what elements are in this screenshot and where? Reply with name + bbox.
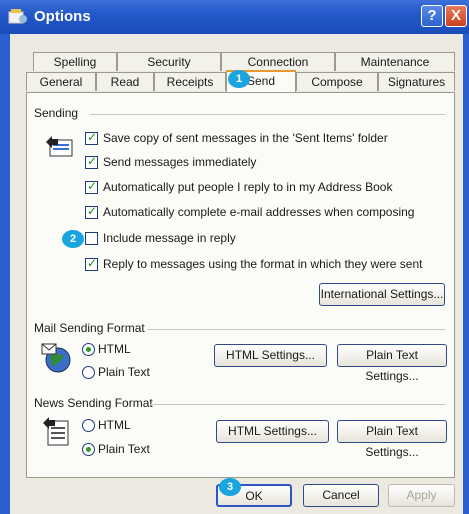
save-copy-label: Save copy of sent messages in the 'Sent … <box>103 131 388 145</box>
include-message-checkbox[interactable] <box>85 232 98 245</box>
window-title: Options <box>34 8 91 25</box>
news-plain-label: Plain Text <box>98 442 150 456</box>
mail-html-radio[interactable] <box>82 343 95 356</box>
auto-complete-checkbox[interactable] <box>85 204 98 219</box>
international-settings-button[interactable]: International Settings... <box>319 283 445 306</box>
auto-complete-label: Automatically complete e-mail addresses … <box>103 205 415 219</box>
window-frame-left <box>0 34 10 514</box>
news-plain-radio[interactable] <box>82 443 95 456</box>
auto-address-book-checkbox[interactable] <box>85 179 98 194</box>
mail-format-group-label: Mail Sending Format <box>34 321 145 335</box>
outbox-tray-icon <box>46 136 73 157</box>
send-immediately-checkbox[interactable] <box>85 154 98 169</box>
news-html-label: HTML <box>98 418 131 432</box>
save-copy-checkbox[interactable] <box>85 130 98 145</box>
news-format-divider <box>150 404 445 405</box>
cancel-button[interactable]: Cancel <box>303 484 379 507</box>
tab-signatures[interactable]: Signatures <box>378 72 455 91</box>
sending-group-label: Sending <box>34 106 79 120</box>
news-html-radio[interactable] <box>82 419 95 432</box>
tab-receipts[interactable]: Receipts <box>154 72 226 91</box>
tab-general[interactable]: General <box>26 72 96 91</box>
auto-address-book-label: Automatically put people I reply to in m… <box>103 180 393 194</box>
mail-html-label: HTML <box>98 342 131 356</box>
tab-spelling[interactable]: Spelling <box>33 52 117 71</box>
help-button[interactable]: ? <box>421 5 443 27</box>
mail-plain-radio[interactable] <box>82 366 95 379</box>
title-bar: Options ? X <box>0 0 469 34</box>
tab-maintenance[interactable]: Maintenance <box>335 52 455 71</box>
close-button[interactable]: X <box>445 5 467 27</box>
tab-read[interactable]: Read <box>96 72 154 91</box>
news-format-group-label: News Sending Format <box>34 396 153 410</box>
callout-badge-1: 1 <box>228 70 250 88</box>
reply-format-checkbox[interactable] <box>85 256 98 271</box>
reply-format-label: Reply to messages using the format in wh… <box>103 257 423 271</box>
news-html-settings-button[interactable]: HTML Settings... <box>216 420 329 443</box>
sending-divider <box>90 114 445 115</box>
mail-plain-settings-button[interactable]: Plain Text Settings... <box>337 344 447 383</box>
mail-html-settings-button[interactable]: HTML Settings... <box>214 344 327 367</box>
send-immediately-label: Send messages immediately <box>103 155 257 169</box>
apply-button[interactable]: Apply <box>388 484 455 507</box>
mail-plain-label: Plain Text <box>98 365 150 379</box>
callout-badge-2: 2 <box>62 230 84 248</box>
news-plain-settings-button[interactable]: Plain Text Settings... <box>337 420 447 459</box>
mail-format-divider <box>148 329 445 330</box>
tab-connection[interactable]: Connection <box>221 52 335 71</box>
include-message-label: Include message in reply <box>103 231 236 245</box>
callout-badge-3: 3 <box>219 478 241 496</box>
news-document-icon <box>43 417 69 446</box>
tab-compose[interactable]: Compose <box>296 72 378 91</box>
window-frame-right <box>463 34 469 514</box>
globe-mail-icon <box>41 343 71 373</box>
tab-security[interactable]: Security <box>117 52 221 71</box>
options-app-icon <box>8 9 27 24</box>
